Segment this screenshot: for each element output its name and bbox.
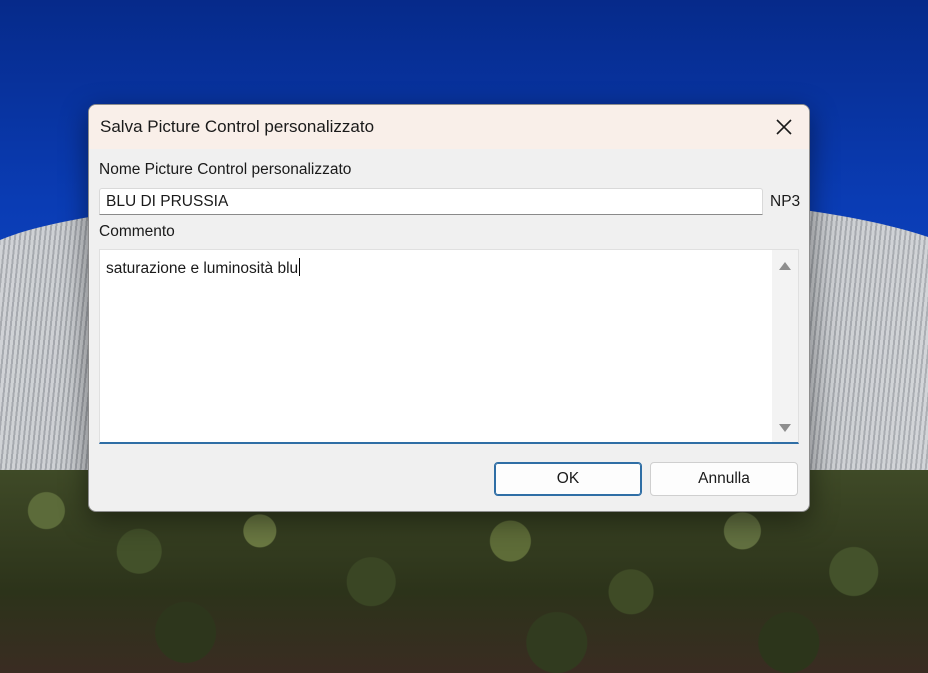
file-extension-label: NP3 bbox=[770, 193, 801, 210]
close-icon bbox=[776, 119, 792, 135]
scroll-down-arrow-icon[interactable] bbox=[779, 424, 791, 432]
comment-text[interactable]: saturazione e luminosità blu bbox=[106, 258, 766, 433]
comment-value: saturazione e luminosità blu bbox=[106, 260, 299, 277]
text-caret bbox=[299, 258, 301, 276]
comment-label: Commento bbox=[99, 223, 175, 240]
save-picture-control-dialog: Salva Picture Control personalizzato Nom… bbox=[88, 104, 810, 512]
cancel-button[interactable]: Annulla bbox=[650, 462, 798, 496]
close-button[interactable] bbox=[759, 105, 809, 149]
name-input[interactable] bbox=[99, 188, 763, 215]
dialog-title: Salva Picture Control personalizzato bbox=[100, 117, 375, 136]
dialog-titlebar: Salva Picture Control personalizzato bbox=[89, 105, 809, 149]
scroll-up-arrow-icon[interactable] bbox=[779, 262, 791, 270]
ok-button[interactable]: OK bbox=[494, 462, 642, 496]
name-label: Nome Picture Control personalizzato bbox=[99, 161, 352, 178]
comment-scrollbar[interactable] bbox=[772, 250, 798, 442]
comment-field[interactable]: saturazione e luminosità blu bbox=[99, 249, 799, 444]
